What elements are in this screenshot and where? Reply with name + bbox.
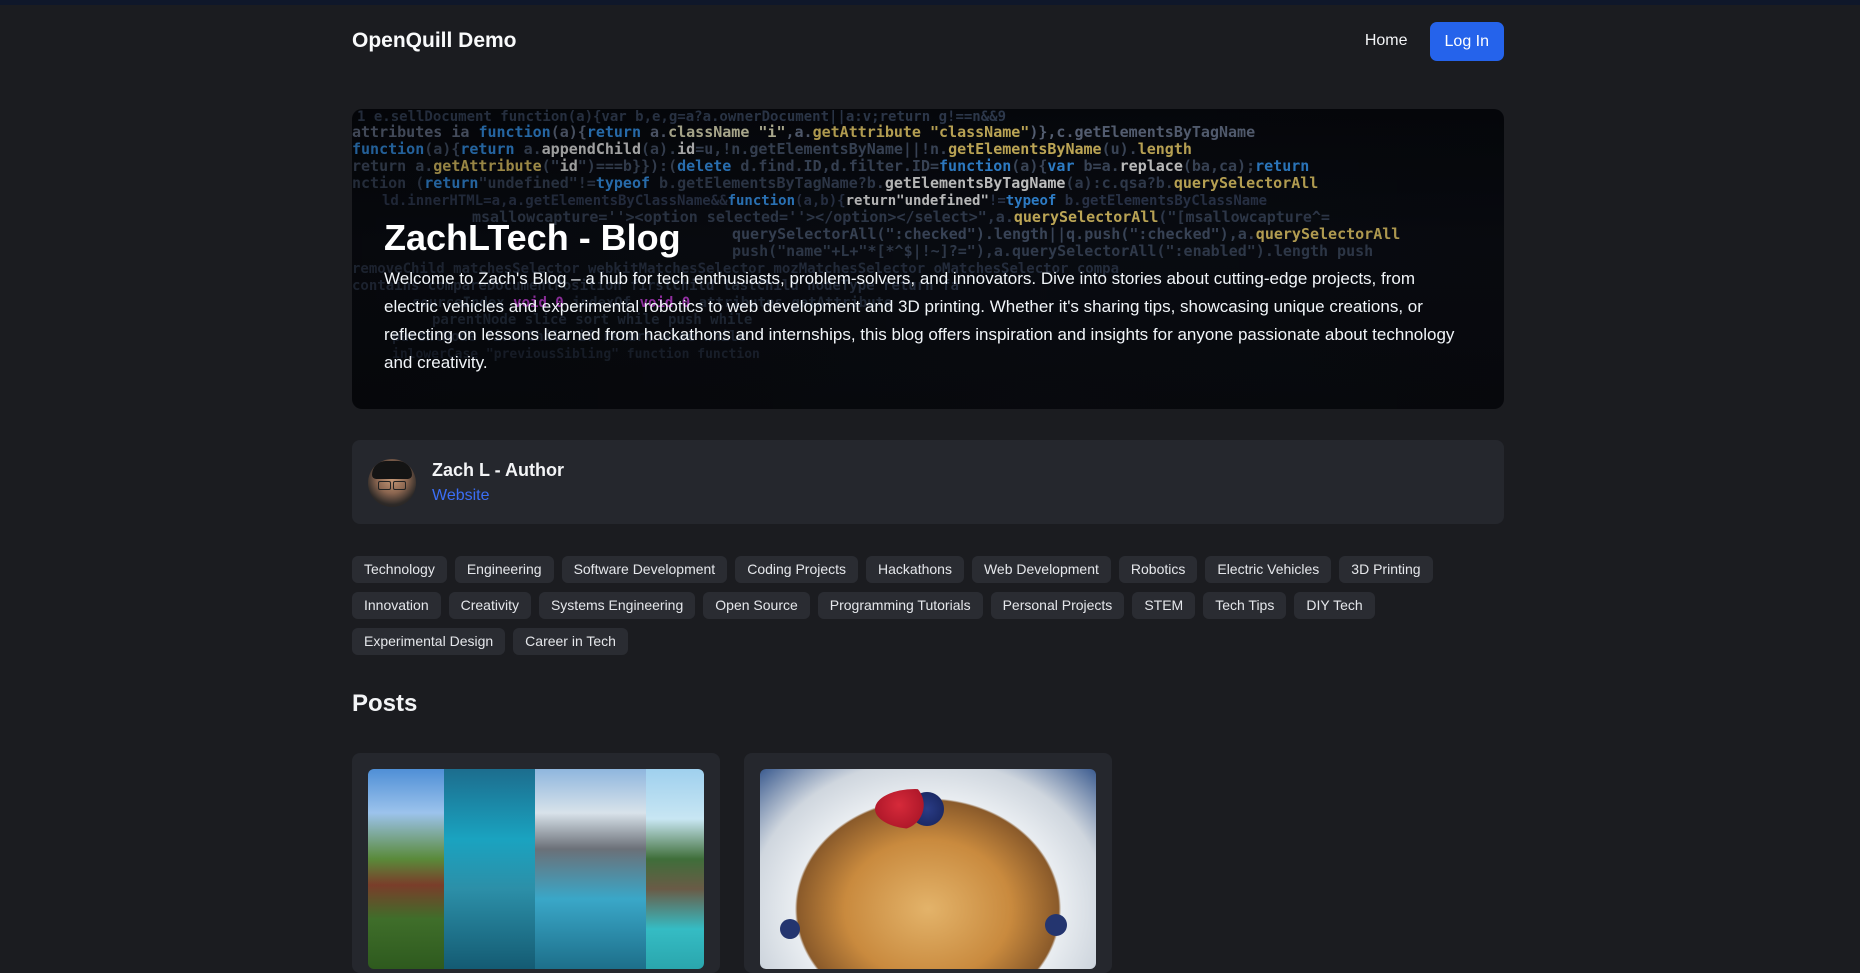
tag-chip[interactable]: Electric Vehicles bbox=[1205, 556, 1332, 583]
post-card[interactable] bbox=[744, 753, 1112, 973]
post-thumbnail-travel bbox=[368, 769, 704, 969]
tag-chip[interactable]: 3D Printing bbox=[1339, 556, 1433, 583]
tag-chip[interactable]: Web Development bbox=[971, 556, 1111, 583]
login-button[interactable]: Log In bbox=[1429, 21, 1504, 61]
tag-list: Technology Engineering Software Developm… bbox=[352, 556, 1504, 655]
tag-chip[interactable]: Engineering bbox=[454, 556, 554, 583]
nav-home-link[interactable]: Home bbox=[1365, 32, 1408, 50]
tag-chip[interactable]: Open Source bbox=[703, 592, 810, 619]
tag-chip[interactable]: Technology bbox=[352, 556, 447, 583]
hero-description: Welcome to Zach's Blog – a hub for tech … bbox=[384, 269, 1455, 372]
post-card[interactable] bbox=[352, 753, 720, 973]
berries-topping bbox=[875, 789, 955, 829]
avatar-glasses-left bbox=[378, 481, 391, 490]
tag-chip[interactable]: Career in Tech bbox=[513, 628, 628, 655]
brand-logo[interactable]: OpenQuill Demo bbox=[352, 29, 517, 53]
avatar-glasses-right bbox=[393, 481, 406, 490]
author-website-link[interactable]: Website bbox=[432, 487, 490, 505]
image-strip-lake bbox=[535, 769, 646, 969]
tag-chip[interactable]: Personal Projects bbox=[990, 592, 1125, 619]
tag-chip[interactable]: Experimental Design bbox=[352, 628, 506, 655]
tag-chip[interactable]: Programming Tutorials bbox=[817, 592, 983, 619]
tag-chip[interactable]: Robotics bbox=[1118, 556, 1198, 583]
tag-chip[interactable]: Software Development bbox=[561, 556, 728, 583]
page-container: OpenQuill Demo Home Log In 1 e.sellDocum… bbox=[352, 0, 1504, 973]
tag-chip[interactable]: Innovation bbox=[352, 592, 441, 619]
image-strip-island bbox=[646, 769, 704, 969]
tag-chip[interactable]: STEM bbox=[1132, 592, 1196, 619]
hero-content: ZachLTech - Blog Welcome to Zach's Blog … bbox=[384, 216, 1464, 377]
blueberry bbox=[1045, 914, 1067, 936]
blueberry bbox=[780, 919, 800, 939]
nav-actions: Home Log In bbox=[1365, 21, 1504, 61]
tag-chip[interactable]: Tech Tips bbox=[1203, 592, 1287, 619]
post-thumbnail-pancakes bbox=[760, 769, 1096, 969]
hero-banner: 1 e.sellDocument function(a){var b,e,g=a… bbox=[352, 109, 1504, 409]
tag-chip[interactable]: DIY Tech bbox=[1294, 592, 1375, 619]
author-name: Zach L - Author bbox=[432, 460, 564, 480]
image-strip-train bbox=[368, 769, 444, 969]
image-strip-turtle bbox=[444, 769, 535, 969]
hero-title: ZachLTech - Blog bbox=[384, 217, 681, 258]
author-avatar bbox=[368, 459, 416, 507]
tag-chip[interactable]: Hackathons bbox=[866, 556, 964, 583]
tag-chip[interactable]: Systems Engineering bbox=[538, 592, 696, 619]
author-card: Zach L - Author Website bbox=[352, 440, 1504, 524]
navbar: OpenQuill Demo Home Log In bbox=[352, 0, 1504, 82]
posts-heading: Posts bbox=[352, 690, 418, 717]
avatar-hair bbox=[372, 461, 412, 479]
tag-chip[interactable]: Creativity bbox=[448, 592, 531, 619]
tag-chip[interactable]: Coding Projects bbox=[735, 556, 859, 583]
